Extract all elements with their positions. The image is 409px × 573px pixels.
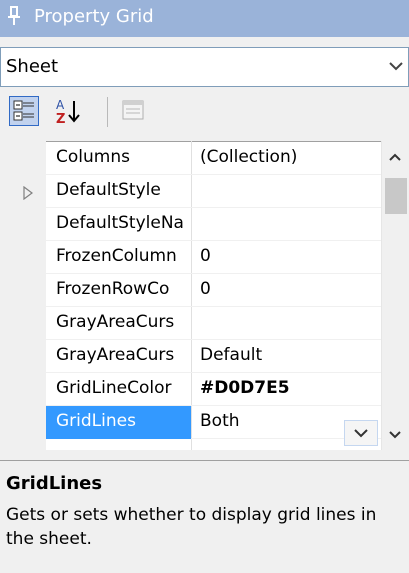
- chevron-down-icon[interactable]: [386, 56, 406, 76]
- object-selector[interactable]: Sheet: [0, 47, 409, 87]
- property-row[interactable]: GrayAreaCurs Default: [46, 340, 381, 373]
- selected-object: Sheet: [6, 56, 59, 77]
- property-name: DefaultStyleNa: [56, 213, 184, 233]
- svg-text:A: A: [56, 98, 65, 112]
- property-row[interactable]: Columns (Collection): [46, 142, 381, 175]
- property-value[interactable]: #D0D7E5: [200, 378, 290, 398]
- property-row[interactable]: FrozenColumn 0: [46, 241, 381, 274]
- title-bar[interactable]: Property Grid: [0, 0, 409, 37]
- categorized-icon: [13, 100, 34, 121]
- svg-text:Z: Z: [56, 112, 65, 126]
- property-value[interactable]: 0: [200, 246, 211, 266]
- property-name: FrozenRowCo: [56, 279, 170, 299]
- property-name: GrayAreaCurs: [56, 345, 175, 365]
- property-name: GrayAreaCurs: [56, 312, 175, 332]
- help-description: Gets or sets whether to display grid lin…: [6, 505, 377, 549]
- property-pages-icon: [122, 100, 144, 120]
- property-name: Columns: [56, 147, 130, 167]
- property-name: GridLineColor: [56, 378, 172, 398]
- scroll-up-icon[interactable]: [387, 150, 403, 164]
- property-value[interactable]: 0: [200, 279, 211, 299]
- property-value[interactable]: Default: [200, 345, 262, 365]
- property-value[interactable]: Both: [200, 411, 240, 431]
- help-panel: GridLines Gets or sets whether to displa…: [0, 460, 409, 573]
- value-dropdown-button[interactable]: [344, 420, 378, 446]
- scrollbar-thumb[interactable]: [385, 178, 407, 214]
- categorized-view-button[interactable]: [9, 96, 39, 126]
- toolbar-separator: [107, 97, 108, 127]
- expand-arrow-icon[interactable]: [22, 186, 34, 200]
- alphabetical-sort-button[interactable]: A Z: [53, 96, 83, 127]
- sort-az-icon: A Z: [56, 98, 80, 127]
- chevron-down-icon: [354, 429, 368, 438]
- property-row[interactable]: DefaultStyle: [46, 175, 381, 208]
- scroll-down-icon[interactable]: [387, 428, 403, 442]
- help-title: GridLines: [6, 473, 103, 494]
- property-pages-button[interactable]: [118, 96, 148, 126]
- property-row-selected[interactable]: GridLines Both: [46, 406, 381, 439]
- property-row[interactable]: FrozenRowCo 0: [46, 274, 381, 307]
- property-row[interactable]: GridLineColor #D0D7E5: [46, 373, 381, 406]
- property-name: GridLines: [56, 411, 136, 431]
- property-name: DefaultStyle: [56, 180, 161, 200]
- property-row[interactable]: GrayAreaCurs: [46, 307, 381, 340]
- property-row[interactable]: DefaultStyleNa: [46, 208, 381, 241]
- panel-title: Property Grid: [34, 6, 154, 27]
- property-name: FrozenColumn: [56, 246, 177, 266]
- pin-icon[interactable]: [6, 5, 22, 27]
- property-value[interactable]: (Collection): [200, 147, 297, 167]
